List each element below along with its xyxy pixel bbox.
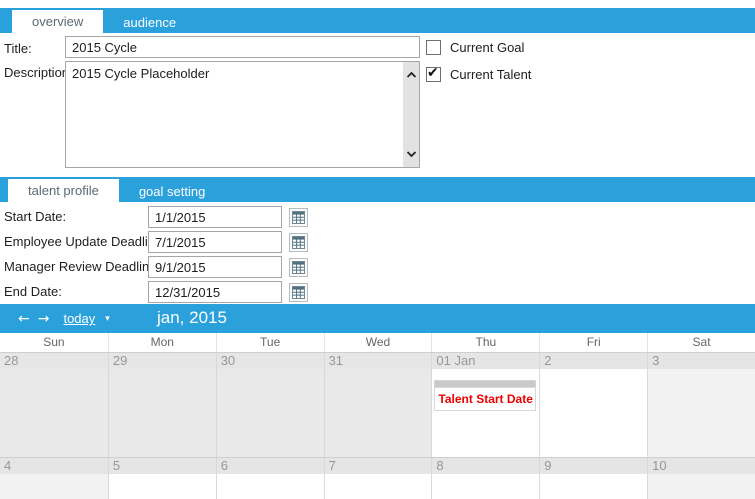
- current-talent-label: Current Talent: [450, 67, 531, 82]
- description-scrollbar[interactable]: [403, 62, 419, 167]
- prev-month-icon[interactable]: ←: [18, 311, 30, 327]
- calendar-icon: [292, 211, 305, 224]
- calendar-cell-jan6[interactable]: 6: [216, 458, 324, 499]
- description-text: 2015 Cycle Placeholder: [72, 66, 397, 81]
- tab-overview-label: overview: [32, 14, 83, 29]
- calendar-icon: [292, 286, 305, 299]
- current-goal-checkbox[interactable]: [426, 40, 441, 55]
- event-drag-handle[interactable]: [434, 380, 536, 387]
- calendar-cell-jan3[interactable]: 3: [647, 353, 755, 457]
- employee-update-deadline-calendar-button[interactable]: [289, 233, 308, 252]
- calendar-week-row: 28 29 30 31 01 Jan Talent Start Date 2 3: [0, 352, 755, 457]
- dayhead-wed: Wed: [324, 333, 432, 352]
- dayhead-mon: Mon: [108, 333, 216, 352]
- tab-goal-setting[interactable]: goal setting: [119, 181, 226, 202]
- calendar-cell-dec31[interactable]: 31: [324, 353, 432, 457]
- calendar-icon: [292, 236, 305, 249]
- start-date-calendar-button[interactable]: [289, 208, 308, 227]
- tab-talent-profile-label: talent profile: [28, 183, 99, 198]
- tab-goal-setting-label: goal setting: [139, 184, 206, 199]
- calendar-cell-jan4[interactable]: 4: [0, 458, 108, 499]
- scroll-down-icon[interactable]: [406, 150, 417, 158]
- calendar-cell-dec29[interactable]: 29: [108, 353, 216, 457]
- calendar-cell-jan2[interactable]: 2: [539, 353, 647, 457]
- calendar-cell-dec28[interactable]: 28: [0, 353, 108, 457]
- start-date-input[interactable]: [148, 206, 282, 228]
- manager-review-deadline-calendar-button[interactable]: [289, 258, 308, 277]
- dayhead-sat: Sat: [647, 333, 755, 352]
- dayhead-tue: Tue: [216, 333, 324, 352]
- calendar-header: ← → today ▾ jan, 2015: [0, 304, 755, 333]
- title-input[interactable]: [65, 36, 420, 58]
- tab-audience[interactable]: audience: [103, 12, 196, 33]
- view-dropdown-caret-icon[interactable]: ▾: [105, 314, 110, 324]
- calendar-week-row: 4 5 6 7 8 9 10: [0, 457, 755, 499]
- tab-overview[interactable]: overview: [12, 10, 103, 33]
- calendar-cell-jan8[interactable]: 8: [431, 458, 539, 499]
- event-title: Talent Start Date: [438, 392, 532, 406]
- employee-update-deadline-label: Employee Update Deadline:: [4, 234, 166, 249]
- calendar-cell-jan1[interactable]: 01 Jan Talent Start Date: [431, 353, 539, 457]
- end-date-input[interactable]: [148, 281, 282, 303]
- title-label: Title:: [4, 41, 32, 56]
- tab-talent-profile[interactable]: talent profile: [8, 179, 119, 202]
- calendar-month-title: jan, 2015: [157, 308, 227, 328]
- current-goal-row: Current Goal: [426, 40, 524, 55]
- calendar-cell-jan10[interactable]: 10: [647, 458, 755, 499]
- employee-update-deadline-input[interactable]: [148, 231, 282, 253]
- description-textarea[interactable]: 2015 Cycle Placeholder: [65, 61, 420, 168]
- description-label: Description:: [4, 65, 73, 80]
- calendar-cell-jan7[interactable]: 7: [324, 458, 432, 499]
- next-month-icon[interactable]: →: [38, 311, 50, 327]
- tab-audience-label: audience: [123, 15, 176, 30]
- current-talent-checkbox[interactable]: [426, 67, 441, 82]
- current-goal-label: Current Goal: [450, 40, 524, 55]
- today-link[interactable]: today: [63, 311, 95, 326]
- dayhead-fri: Fri: [539, 333, 647, 352]
- inner-tabbar: talent profile goal setting: [0, 177, 755, 202]
- talent-start-date-event[interactable]: Talent Start Date: [434, 380, 536, 411]
- dayhead-sun: Sun: [0, 333, 108, 352]
- cycle-editor-screen: overview audience Title: Description: 20…: [0, 0, 755, 499]
- calendar-cell-dec30[interactable]: 30: [216, 353, 324, 457]
- top-tabbar: overview audience: [0, 8, 755, 33]
- calendar-cell-jan9[interactable]: 9: [539, 458, 647, 499]
- end-date-calendar-button[interactable]: [289, 283, 308, 302]
- manager-review-deadline-input[interactable]: [148, 256, 282, 278]
- scroll-up-icon[interactable]: [406, 71, 417, 79]
- calendar-icon: [292, 261, 305, 274]
- manager-review-deadline-label: Manager Review Deadline:: [4, 259, 160, 274]
- calendar-cell-jan5[interactable]: 5: [108, 458, 216, 499]
- current-talent-row: Current Talent: [426, 67, 531, 82]
- end-date-label: End Date:: [4, 284, 62, 299]
- start-date-label: Start Date:: [4, 209, 66, 224]
- day-of-week-header-row: Sun Mon Tue Wed Thu Fri Sat: [0, 333, 755, 352]
- dayhead-thu: Thu: [431, 333, 539, 352]
